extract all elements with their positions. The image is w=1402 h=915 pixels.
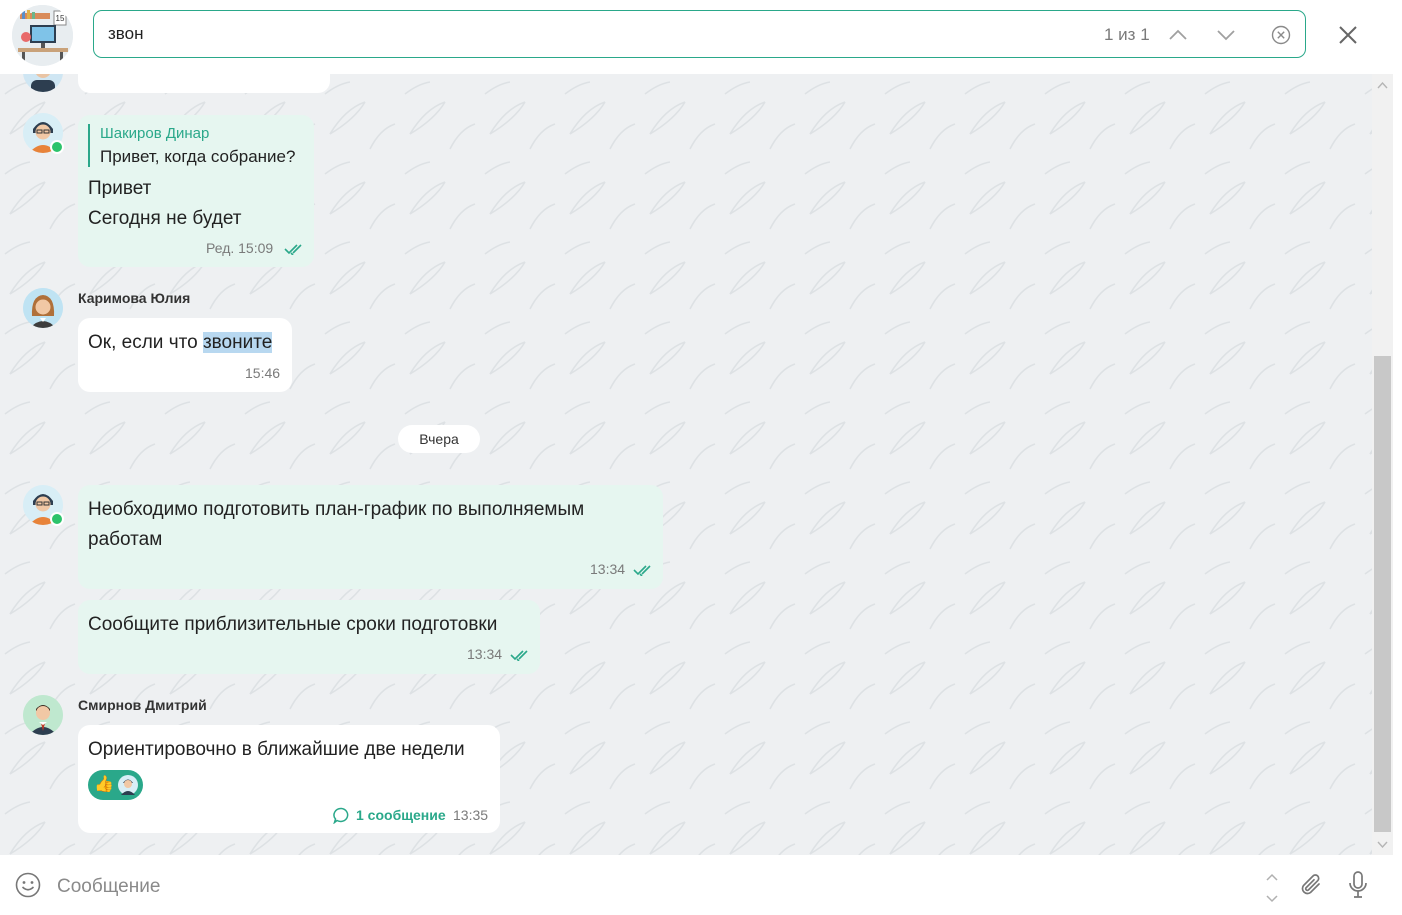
scroll-down-arrow-icon	[1377, 841, 1388, 848]
search-match-highlight: звоните	[202, 332, 273, 353]
chevron-up-icon	[1169, 29, 1187, 40]
message-composer	[0, 855, 1393, 915]
expand-arrows-icon	[1266, 873, 1278, 903]
scroll-up-arrow-icon	[1377, 82, 1388, 89]
online-status-indicator	[50, 140, 64, 154]
message-text: Ориентировочно в ближайшие две недели	[88, 739, 465, 760]
reactions-badge[interactable]: 👍	[88, 770, 143, 800]
attach-button[interactable]	[1297, 870, 1327, 900]
double-check-icon	[284, 244, 302, 255]
voice-record-button[interactable]	[1344, 869, 1372, 901]
reactor-avatar-icon	[118, 775, 138, 795]
emoji-button[interactable]	[14, 871, 42, 899]
microphone-icon	[1349, 871, 1367, 898]
reply-quote-text[interactable]: Привет, когда собрание?	[100, 147, 295, 167]
close-icon	[1339, 26, 1357, 44]
thread-replies-link[interactable]: 1 сообщение	[356, 807, 446, 823]
message-text: Привет	[88, 178, 152, 199]
message-text: Необходимо подготовить план-график по вы…	[88, 499, 585, 520]
search-result-count: 1 из 1	[1104, 25, 1150, 44]
smiley-icon	[15, 872, 41, 898]
chevron-down-icon	[1217, 30, 1235, 41]
reply-quote-bar	[88, 124, 90, 167]
search-field[interactable]: 1 из 1	[93, 10, 1306, 58]
message-timestamp: 13:34	[467, 646, 503, 662]
message-bubble[interactable]: Шакиров Динар Привет, когда собрание? Пр…	[78, 115, 314, 267]
message-text: Сегодня не будет	[88, 208, 242, 229]
search-next-button[interactable]	[1214, 23, 1238, 47]
sender-name[interactable]: Смирнов Дмитрий	[78, 697, 207, 713]
message-timestamp: 13:34	[590, 561, 626, 577]
date-separator: Вчера	[398, 425, 480, 453]
online-status-indicator	[50, 512, 64, 526]
message-text-part: Ок, если что	[88, 332, 203, 353]
svg-text:15: 15	[56, 14, 65, 23]
chat-messages-area[interactable]: Шакиров Динар Привет, когда собрание? Пр…	[0, 74, 1393, 855]
comment-icon	[333, 807, 349, 824]
window-edge	[1393, 0, 1402, 915]
reply-sender-name[interactable]: Шакиров Динар	[100, 125, 209, 142]
message-text: Сообщите приблизительные сроки подготовк…	[88, 614, 498, 635]
avatar-smirnov[interactable]	[23, 695, 63, 735]
clear-circle-icon	[1271, 25, 1291, 45]
message-timestamp: 15:46	[245, 365, 281, 381]
chat-avatar[interactable]: 15	[12, 5, 73, 66]
message-timestamp: 13:35	[453, 807, 489, 823]
scroll-thumb[interactable]	[1374, 356, 1391, 832]
search-input[interactable]	[108, 23, 1008, 45]
chat-scrollbar[interactable]	[1372, 74, 1393, 855]
sender-name[interactable]: Каримова Юлия	[78, 290, 190, 306]
thumbs-up-icon: 👍	[94, 776, 114, 793]
message-text: работам	[88, 529, 163, 550]
avatar-karimova[interactable]	[23, 288, 63, 328]
double-check-icon	[510, 650, 528, 661]
message-bubble[interactable]: Ориентировочно в ближайшие две недели 👍 …	[78, 725, 500, 833]
double-check-icon	[633, 565, 651, 576]
message-bubble[interactable]: Ок, если что звоните 15:46	[78, 318, 292, 392]
paperclip-icon	[1301, 874, 1320, 895]
message-input[interactable]	[57, 875, 1207, 899]
message-bubble-partial[interactable]	[78, 74, 330, 93]
message-text: Ок, если что звоните	[88, 332, 273, 354]
message-bubble[interactable]: Сообщите приблизительные сроки подготовк…	[78, 600, 540, 674]
search-header: 15 1 из 1	[0, 0, 1393, 74]
message-bubble[interactable]: Необходимо подготовить план-график по вы…	[78, 485, 663, 589]
clear-search-button[interactable]	[1269, 23, 1293, 47]
close-search-button[interactable]	[1334, 21, 1362, 49]
search-prev-button[interactable]	[1166, 23, 1190, 47]
expand-composer-button[interactable]	[1262, 871, 1282, 905]
message-timestamp: Ред. 15:09	[206, 240, 274, 256]
